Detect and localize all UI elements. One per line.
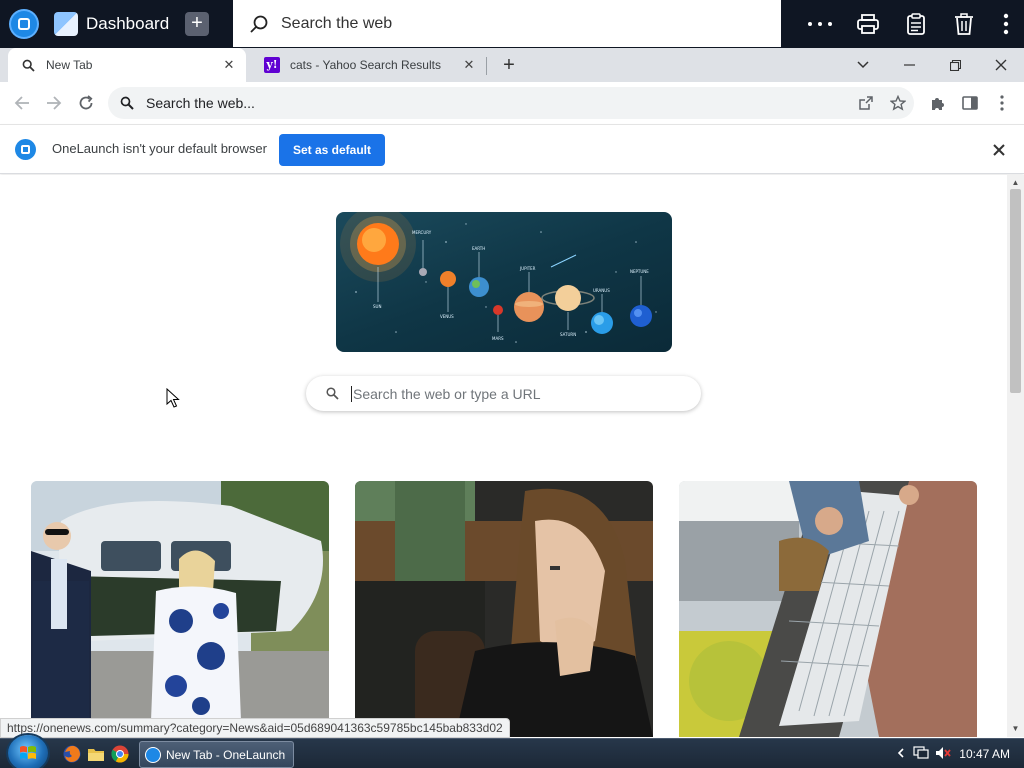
search-icon (326, 387, 339, 400)
browser-toolbar: Search the web... (0, 82, 1024, 124)
infobar-message: OneLaunch isn't your default browser (52, 141, 267, 156)
planet-label: VENUS (440, 314, 454, 319)
close-icon[interactable] (988, 139, 1010, 161)
windows-taskbar: New Tab - OneLaunch 10:47 AM (0, 735, 1024, 768)
search-icon (249, 14, 269, 34)
extensions-puzzle-icon[interactable] (925, 90, 951, 116)
text-caret (351, 385, 352, 402)
omnibox-placeholder: Search the web... (146, 95, 255, 111)
news-image (31, 481, 329, 737)
news-image (679, 481, 977, 737)
scrollbar-thumb[interactable] (1010, 189, 1021, 393)
screen: Dashboard + Search the web New Tab ✕ y! … (0, 0, 1024, 768)
page-search-input[interactable]: Search the web or type a URL (306, 376, 701, 411)
news-card[interactable] (679, 481, 977, 737)
mouse-cursor-icon (166, 388, 180, 408)
search-icon (120, 96, 134, 110)
dock-search-placeholder: Search the web (281, 14, 393, 32)
planet-label: SATURN (560, 332, 576, 337)
planet-label: MARS (492, 336, 504, 341)
bookmark-star-icon[interactable] (882, 87, 914, 119)
file-explorer-icon[interactable] (86, 744, 106, 764)
news-card[interactable] (31, 481, 329, 737)
yahoo-icon: y! (264, 57, 280, 73)
forward-arrow-icon[interactable] (41, 90, 67, 116)
tab-yahoo-cats[interactable]: y! cats - Yahoo Search Results ✕ (252, 48, 486, 82)
dashboard-label: Dashboard (86, 14, 170, 33)
firefox-icon[interactable] (62, 744, 82, 764)
page-search-placeholder: Search the web or type a URL (353, 385, 541, 402)
set-as-default-button[interactable]: Set as default (279, 134, 385, 166)
tab-title: New Tab (46, 58, 93, 72)
back-arrow-icon[interactable] (9, 90, 35, 116)
tab-title: cats - Yahoo Search Results (290, 58, 441, 72)
default-browser-infobar: OneLaunch isn't your default browser Set… (0, 124, 1024, 174)
taskbar-window-title: New Tab - OneLaunch (166, 747, 286, 762)
close-tab-icon[interactable]: ✕ (220, 56, 238, 74)
taskbar-window-onelaunch[interactable]: New Tab - OneLaunch (139, 741, 294, 768)
link-status-bubble: https://onenews.com/summary?category=New… (0, 718, 510, 738)
chrome-icon[interactable] (110, 744, 130, 764)
scroll-down-icon[interactable]: ▼ (1011, 724, 1020, 734)
onelaunch-dock: Dashboard + Search the web (0, 0, 1024, 48)
minimize-button[interactable] (886, 48, 932, 82)
scroll-up-icon[interactable]: ▲ (1011, 178, 1020, 188)
onelaunch-logo-icon (146, 747, 160, 762)
planet-label: MERCURY (412, 230, 432, 235)
solar-system-banner: MERCURY SUN VENUS EARTH MARS JUPITER SAT… (336, 212, 672, 352)
planet-label: JUPITER (519, 266, 536, 271)
browser-menu-icon[interactable] (989, 90, 1015, 116)
dashboard-button[interactable]: Dashboard (54, 10, 169, 38)
show-hidden-icons-chevron-icon[interactable] (897, 747, 905, 761)
clipboard-icon[interactable] (892, 0, 940, 48)
add-app-button[interactable]: + (185, 12, 209, 36)
trash-icon[interactable] (940, 0, 988, 48)
search-icon (20, 57, 36, 73)
omnibox[interactable]: Search the web... (108, 87, 914, 119)
clock[interactable]: 10:47 AM (959, 747, 1010, 761)
close-tab-icon[interactable]: ✕ (460, 56, 478, 74)
more-icon[interactable] (796, 0, 844, 48)
restore-button[interactable] (932, 48, 978, 82)
planet-label: EARTH (472, 246, 485, 251)
start-button[interactable] (8, 735, 48, 768)
tab-strip: New Tab ✕ y! cats - Yahoo Search Results… (0, 48, 1024, 82)
onelaunch-logo-icon (15, 139, 36, 160)
volume-muted-icon[interactable] (935, 746, 951, 763)
dock-search-bar[interactable]: Search the web (233, 0, 781, 47)
tab-search-chevron-icon[interactable] (840, 48, 886, 82)
reload-icon[interactable] (73, 90, 99, 116)
tab-new-tab[interactable]: New Tab ✕ (8, 48, 246, 82)
planet-label: SUN (373, 304, 381, 309)
page-scrollbar[interactable]: ▲ ▼ (1007, 175, 1024, 737)
dashboard-icon (54, 12, 78, 36)
close-window-button[interactable] (978, 48, 1024, 82)
new-tab-button[interactable]: + (498, 54, 520, 76)
network-icon[interactable] (913, 745, 929, 763)
planet-label: URANUS (593, 288, 610, 293)
new-tab-page: MERCURY SUN VENUS EARTH MARS JUPITER SAT… (0, 175, 1007, 737)
news-card[interactable] (355, 481, 653, 737)
system-tray: 10:47 AM (897, 739, 1024, 768)
print-icon[interactable] (844, 0, 892, 48)
share-icon[interactable] (850, 87, 882, 119)
side-panel-icon[interactable] (957, 90, 983, 116)
windows-logo-icon (20, 746, 36, 759)
onelaunch-logo-icon[interactable] (11, 11, 37, 37)
news-image (355, 481, 653, 737)
tab-divider (486, 57, 487, 75)
planet-label: NEPTUNE (630, 269, 649, 274)
kebab-icon[interactable] (988, 0, 1024, 48)
